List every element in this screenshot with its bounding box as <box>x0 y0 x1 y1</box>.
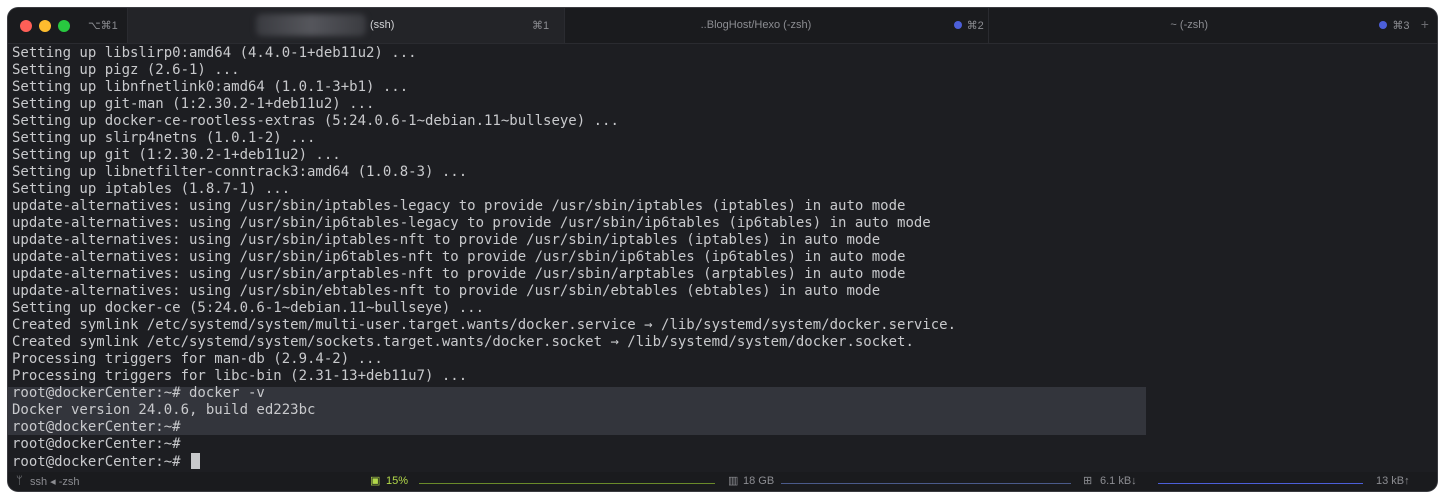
output-line: Setting up docker-ce (5:24.0.6-1~debian.… <box>12 300 485 316</box>
output-line: Created symlink /etc/systemd/system/sock… <box>12 334 914 350</box>
terminal-output[interactable]: Setting up libslirp0:amd64 (4.4.0-1+deb1… <box>8 44 1437 472</box>
tab-bar: ⌥⌘1 (ssh) ⌘1 ..BlogHost/Hexo (-zsh) ⌘2 ~… <box>8 8 1437 44</box>
output-line: Setting up git-man (1:2.30.2-1+deb11u2) … <box>12 96 375 112</box>
output-line: update-alternatives: using /usr/sbin/ipt… <box>12 232 881 248</box>
cpu-value: 15% <box>386 475 409 487</box>
window-shortcut: ⌥⌘1 <box>88 20 118 32</box>
output-line: Processing triggers for libc-bin (2.31-1… <box>12 368 468 384</box>
tab-label: ~ (-zsh) <box>1170 19 1209 31</box>
prompt-text: root@dockerCenter:~# <box>12 454 190 470</box>
tab-ssh[interactable]: (ssh) ⌘1 <box>126 8 564 43</box>
tab-label: ..BlogHost/Hexo (-zsh) <box>700 19 812 31</box>
output-line: Setting up slirp4netns (1.0.1-2) ... <box>12 130 316 146</box>
memory-sparkline <box>781 483 1071 484</box>
memory-icon: ▥ <box>728 475 739 487</box>
network-up: 13 kB↑ <box>1376 475 1410 487</box>
current-prompt-line[interactable]: root@dockerCenter:~# <box>12 453 201 470</box>
cpu-icon: ▣ <box>370 475 381 487</box>
window-controls: ⌥⌘1 <box>8 8 127 43</box>
output-line: update-alternatives: using /usr/sbin/ebt… <box>12 283 881 299</box>
network-sparkline <box>1158 483 1363 484</box>
tab-home[interactable]: ~ (-zsh) ⌘3 + <box>988 8 1437 43</box>
zoom-button[interactable] <box>58 19 70 32</box>
output-line: Setting up git (1:2.30.2-1+deb11u2) ... <box>12 147 341 163</box>
output-line: Setting up libslirp0:amd64 (4.4.0-1+deb1… <box>12 45 417 61</box>
tab-shortcut: ⌘2 <box>966 20 984 32</box>
output-line: Setting up docker-ce-rootless-extras (5:… <box>12 113 619 129</box>
session-label: ssh ◂ -zsh <box>30 476 80 488</box>
output-line: Created symlink /etc/systemd/system/mult… <box>12 317 957 333</box>
new-tab-button[interactable]: + <box>1421 16 1429 32</box>
redacted-host <box>255 14 366 36</box>
tab-indicator-dot <box>953 21 962 29</box>
command-line: root@dockerCenter:~# docker -v <box>12 385 265 401</box>
network-icon: ⊞ <box>1083 475 1093 487</box>
tab-bloghost[interactable]: ..BlogHost/Hexo (-zsh) ⌘2 <box>563 8 989 43</box>
tab-indicator-dot <box>1379 21 1388 29</box>
close-button[interactable] <box>20 19 32 32</box>
output-line: Setting up libnetfilter-conntrack3:amd64… <box>12 164 468 180</box>
tab-shortcut: ⌘1 <box>531 20 550 32</box>
output-line: Setting up pigz (2.6-1) ... <box>12 62 240 78</box>
output-line: Processing triggers for man-db (2.9.4-2)… <box>12 351 383 367</box>
minimize-button[interactable] <box>39 19 51 32</box>
output-line: Setting up iptables (1.8.7-1) ... <box>12 181 291 197</box>
branch-icon: ᛘ <box>16 475 23 487</box>
output-line: Setting up libnfnetlink0:amd64 (1.0.1-3+… <box>12 79 409 95</box>
output-line: update-alternatives: using /usr/sbin/arp… <box>12 266 906 282</box>
memory-value: 18 GB <box>743 475 775 487</box>
prompt-line: root@dockerCenter:~# <box>12 436 181 452</box>
output-line: update-alternatives: using /usr/sbin/ip6… <box>12 249 906 265</box>
network-down: 6.1 kB↓ <box>1100 475 1137 487</box>
status-bar: ᛘ ssh ◂ -zsh ▣ 15% ▥ 18 GB ⊞ 6.1 kB↓ 13 … <box>8 472 1437 491</box>
prompt-line: root@dockerCenter:~# <box>12 419 181 435</box>
tab-label: (ssh) <box>369 19 395 31</box>
text-cursor <box>191 453 201 469</box>
cpu-sparkline <box>419 483 715 484</box>
output-line: update-alternatives: using /usr/sbin/ip6… <box>12 215 931 231</box>
output-line: Docker version 24.0.6, build ed223bc <box>12 402 316 418</box>
output-line: update-alternatives: using /usr/sbin/ipt… <box>12 198 906 214</box>
terminal-window: ⌥⌘1 (ssh) ⌘1 ..BlogHost/Hexo (-zsh) ⌘2 ~… <box>8 8 1437 491</box>
tab-shortcut: ⌘3 <box>1392 20 1410 32</box>
